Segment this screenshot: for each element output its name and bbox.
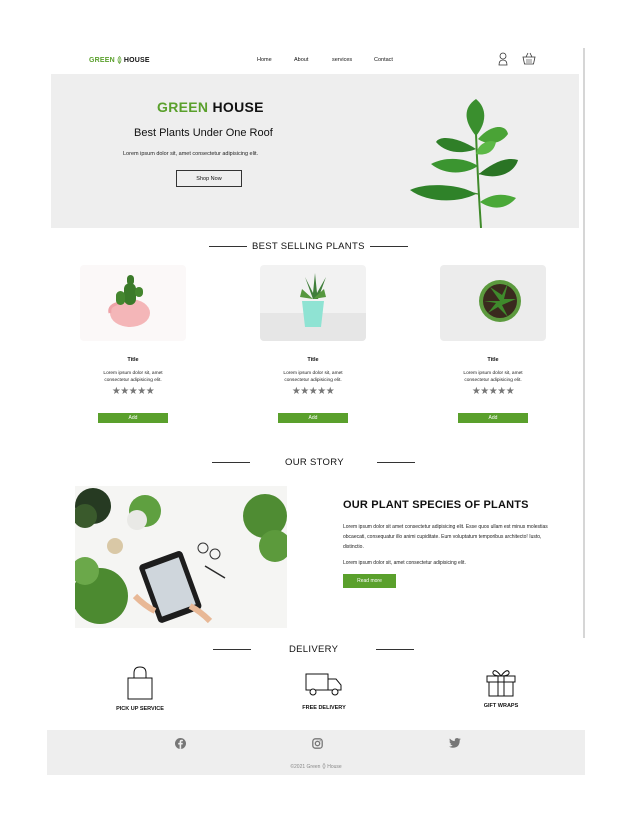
twitter-icon[interactable] [449,738,461,748]
copyright: ©2021 Green House [47,763,585,770]
product-title: Title [127,357,139,363]
logo-rest-text: HOUSE [123,56,150,64]
gift-icon [486,670,516,697]
product-desc-line: consectetur adipisicing elit. [464,378,522,383]
delivery-title: DELIVERY [289,644,339,655]
product-title: Title [487,357,499,363]
nav-about[interactable]: About [294,57,332,63]
main-menu: Home About services Contact [257,57,393,63]
shop-now-button[interactable]: Shop Now [176,170,242,187]
basket-icon[interactable] [522,52,536,65]
product-card: Title Lorem ipsum dolor sit, amet consect… [259,265,367,423]
delivery-item: FREE DELIVERY [294,672,354,711]
copyright-text: ©2021 Green [290,764,321,770]
logo-green-text: GREEN [89,56,115,64]
heading-divider [376,649,415,650]
star-rating: ★★★★★ [111,386,155,397]
product-desc-line: Lorem ipsum dolor sit, amet [103,371,163,376]
nav-contact[interactable]: Contact [374,57,393,63]
story-title: OUR PLANT SPECIES OF PLANTS [343,499,529,511]
delivery-label: FREE DELIVERY [302,705,346,711]
cactus-image [80,265,186,341]
star-rating: ★★★★★ [471,386,515,397]
best-selling-title: BEST SELLING PLANTS [252,241,365,252]
product-desc-line: Lorem ipsum dolor sit, amet [463,371,523,376]
hero-text: Lorem ipsum dolor sit, amet consectetur … [123,151,259,157]
hero-title-green: GREEN [157,99,209,115]
product-desc: Lorem ipsum dolor sit, amet consectetur a… [259,370,367,384]
product-image [260,265,366,341]
leaf-icon [322,763,326,769]
product-desc: Lorem ipsum dolor sit, amet consectetur a… [79,370,187,384]
add-to-cart-button[interactable]: Add [458,413,528,423]
hero-subtitle: Best Plants Under One Roof [134,127,273,139]
our-story-heading: OUR STORY [212,457,415,468]
story-paragraph: Lorem ipsum dolor sit amet consectetur a… [343,524,548,550]
product-desc-line: consectetur adipisicing elit. [284,378,342,383]
best-selling-heading: BEST SELLING PLANTS [209,241,408,252]
truck-icon [305,673,342,696]
heading-divider [376,462,415,463]
footer: ©2021 Green House [47,730,585,775]
story-paragraph: Lorem ipsum dolor sit, amet consectetur … [343,560,466,566]
delivery-label: GIFT WRAPS [483,703,519,709]
hero-title: GREEN HOUSE [157,99,264,115]
hero-banner: GREEN HOUSE Best Plants Under One Roof L… [51,74,579,228]
brand-logo[interactable]: GREEN HOUSE [89,56,150,64]
plant-image [410,99,518,228]
heading-divider [209,246,247,247]
product-desc-line: Lorem ipsum dolor sit, amet [283,371,343,376]
tablet-plants-image [75,486,287,628]
user-icon[interactable] [498,52,508,66]
copyright-tail: House [327,764,342,770]
scrollbar[interactable] [583,48,585,638]
nav-home[interactable]: Home [257,57,294,63]
delivery-label: PICK UP SERVICE [116,706,164,712]
heading-divider [212,462,250,463]
header-nav: GREEN HOUSE Home About services Contact [47,48,583,74]
delivery-heading: DELIVERY [213,644,415,655]
hero-title-rest: HOUSE [208,99,264,115]
succulent-image [260,265,366,341]
story-image [75,486,287,628]
shopping-bag-icon [127,666,153,700]
instagram-icon[interactable] [312,738,323,749]
add-to-cart-button[interactable]: Add [278,413,348,423]
product-desc: Lorem ipsum dolor sit, amet consectetur a… [439,370,547,384]
star-rating: ★★★★★ [291,386,335,397]
delivery-item: PICK UP SERVICE [110,666,170,712]
product-image [440,265,546,341]
our-story-title: OUR STORY [285,457,344,468]
leaf-icon [117,56,122,64]
potted-plant-image [440,265,546,341]
delivery-item: GIFT WRAPS [471,667,531,709]
heading-divider [213,649,251,650]
product-desc-line: consectetur adipisicing elit. [104,378,162,383]
nav-services[interactable]: services [332,57,374,63]
read-more-button[interactable]: Read more [343,574,396,588]
product-card: Title Lorem ipsum dolor sit, amet consect… [439,265,547,423]
heading-divider [369,246,408,247]
product-title: Title [307,357,319,363]
product-image [80,265,186,341]
facebook-icon[interactable] [175,738,186,749]
add-to-cart-button[interactable]: Add [98,413,168,423]
product-card: Title Lorem ipsum dolor sit, amet consect… [79,265,187,423]
